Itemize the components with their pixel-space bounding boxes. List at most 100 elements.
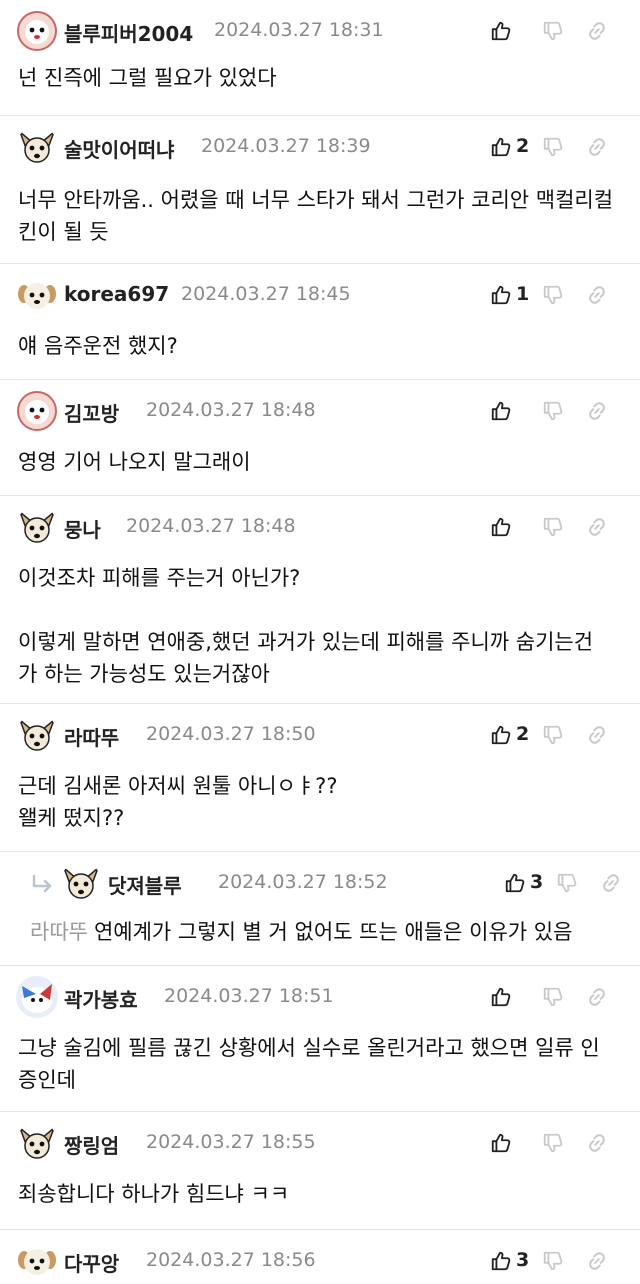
nickname[interactable]: 김꼬방: [64, 398, 119, 427]
comment-body: 이것조차 피해를 주는거 아닌가? 이렇게 말하면 연애중,했던 과거가 있는데…: [18, 562, 618, 690]
comment-actions: [490, 1130, 620, 1156]
comment-body: 너무 안타까움.. 어렸을 때 너무 스타가 돼서 그런가 코리안 맥컬리컬 킨…: [18, 184, 618, 248]
comment: 짱링엄 2024.03.27 18:55 죄송합니다 하나가 힘드냐 ㅋㅋ: [0, 1112, 640, 1230]
comment: korea697 2024.03.27 18:45 1 얘 음주운전 했지?: [0, 264, 640, 380]
link-icon[interactable]: [586, 516, 608, 538]
timestamp: 2024.03.27 18:31: [214, 19, 384, 41]
comment-body: 얘 음주운전 했지?: [18, 330, 618, 362]
comment-actions: 2: [490, 722, 620, 748]
link-icon[interactable]: [586, 1132, 608, 1154]
thumbs-down-icon[interactable]: [542, 20, 564, 42]
thumbs-down-icon[interactable]: [542, 284, 564, 306]
nickname[interactable]: 술맛이어떠냐: [64, 134, 174, 163]
comment-text: 그냥 술김에 필름 끊긴 상황에서 실수로 올린거라고 했으면 일류 인 증인데: [18, 1036, 600, 1092]
nickname[interactable]: 뭉나: [64, 514, 101, 543]
dog-avatar[interactable]: [16, 506, 58, 548]
mascot-face-avatar[interactable]: [16, 10, 58, 52]
comment-body: 라따뚜 연예계가 그렇지 별 거 없어도 뜨는 애들은 이유가 있음: [30, 916, 630, 948]
timestamp: 2024.03.27 18:55: [146, 1131, 316, 1153]
reply-target[interactable]: 라따뚜: [30, 920, 88, 944]
mascot-face-avatar[interactable]: [16, 390, 58, 432]
like-button[interactable]: [490, 398, 534, 424]
link-icon[interactable]: [586, 400, 608, 422]
like-button[interactable]: 1: [490, 282, 534, 308]
timestamp: 2024.03.27 18:52: [218, 871, 388, 893]
link-icon[interactable]: [586, 1250, 608, 1272]
thumbs-down-icon[interactable]: [542, 1250, 564, 1272]
comment: 곽가봉효 2024.03.27 18:51 그냥 술김에 필름 끊긴 상황에서 실수…: [0, 966, 640, 1112]
nickname[interactable]: 다꾸앙: [64, 1248, 119, 1277]
comment-header: korea697 2024.03.27 18:45 1: [16, 274, 624, 318]
timestamp: 2024.03.27 18:45: [181, 283, 351, 305]
thumbs-down-icon[interactable]: [542, 1132, 564, 1154]
comment: 다꾸앙 2024.03.27 18:56 3: [0, 1230, 640, 1282]
link-icon[interactable]: [586, 136, 608, 158]
like-button[interactable]: [490, 984, 534, 1010]
comment-actions: [490, 398, 620, 424]
comment-actions: [490, 514, 620, 540]
dog-avatar[interactable]: [16, 1122, 58, 1164]
comment: 김꼬방 2024.03.27 18:48 영영 기어 나오지 말그래이: [0, 380, 640, 496]
like-count: 2: [516, 135, 530, 157]
comment-body: 근데 김새론 아저씨 원툴 아니ㅇㅑ?? 왤케 떴지??: [18, 770, 618, 834]
like-button[interactable]: [490, 18, 534, 44]
like-button[interactable]: [490, 1130, 534, 1156]
like-count: 2: [516, 723, 530, 745]
comment-body: 죄송합니다 하나가 힘드냐 ㅋㅋ: [18, 1178, 618, 1210]
nickname[interactable]: 라따뚜: [64, 722, 119, 751]
like-button[interactable]: 2: [490, 134, 534, 160]
link-icon[interactable]: [600, 872, 622, 894]
like-button[interactable]: 3: [490, 1248, 534, 1274]
comment-header: 뭉나 2024.03.27 18:48: [16, 506, 624, 550]
comment-text: 연예계가 그렇지 별 거 없어도 뜨는 애들은 이유가 있음: [93, 920, 573, 944]
like-button[interactable]: 2: [490, 722, 534, 748]
like-count: 1: [516, 283, 530, 305]
puppy-avatar[interactable]: [16, 1240, 58, 1282]
comment-header: 김꼬방 2024.03.27 18:48: [16, 390, 624, 434]
blue-bird-avatar[interactable]: [16, 976, 58, 1018]
thumbs-down-icon[interactable]: [542, 986, 564, 1008]
link-icon[interactable]: [586, 20, 608, 42]
dog-avatar[interactable]: [16, 126, 58, 168]
thumbs-down-icon[interactable]: [542, 724, 564, 746]
comment-text: 너무 안타까움.. 어렸을 때 너무 스타가 돼서 그런가 코리안 맥컬리컬 킨…: [18, 188, 614, 244]
comment-text: 얘 음주운전 했지?: [18, 334, 178, 358]
thumbs-down-icon[interactable]: [542, 136, 564, 158]
nickname[interactable]: 블루피버2004: [64, 18, 193, 47]
comment-actions: 1: [490, 282, 620, 308]
comment-header: 라따뚜 2024.03.27 18:50 2: [16, 714, 624, 758]
dog-avatar[interactable]: [60, 862, 102, 904]
link-icon[interactable]: [586, 986, 608, 1008]
comment-text: 근데 김새론 아저씨 원툴 아니ㅇㅑ?? 왤케 떴지??: [18, 774, 338, 830]
timestamp: 2024.03.27 18:51: [164, 985, 334, 1007]
timestamp: 2024.03.27 18:50: [146, 723, 316, 745]
comment-actions: 2: [490, 134, 620, 160]
comment: 라따뚜 2024.03.27 18:50 2 근데 김새론 아저씨 원툴 아니ㅇㅑ??…: [0, 704, 640, 852]
nickname[interactable]: 곽가봉효: [64, 984, 138, 1013]
comment: 술맛이어떠냐 2024.03.27 18:39 2 너무 안타까움.. 어렸을 때 너…: [0, 116, 640, 264]
comment-header: 짱링엄 2024.03.27 18:55: [16, 1122, 624, 1166]
like-button[interactable]: [490, 514, 534, 540]
puppy-avatar[interactable]: [16, 274, 58, 316]
comment-actions: 3: [504, 870, 634, 896]
comment-text: 죄송합니다 하나가 힘드냐 ㅋㅋ: [18, 1182, 290, 1206]
like-count: 3: [516, 1249, 530, 1271]
nickname[interactable]: korea697: [64, 282, 169, 306]
comment-body: 그냥 술김에 필름 끊긴 상황에서 실수로 올린거라고 했으면 일류 인 증인데: [18, 1032, 618, 1096]
link-icon[interactable]: [586, 724, 608, 746]
thumbs-down-icon[interactable]: [542, 400, 564, 422]
nickname[interactable]: 닷져블루: [108, 870, 182, 899]
like-button[interactable]: 3: [504, 870, 548, 896]
comment-header: 닷져블루 2024.03.27 18:52 3: [30, 862, 638, 906]
comment-body: 넌 진즉에 그럴 필요가 있었다: [18, 62, 618, 94]
dog-avatar[interactable]: [16, 714, 58, 756]
nickname[interactable]: 짱링엄: [64, 1130, 119, 1159]
comment-body: 영영 기어 나오지 말그래이: [18, 446, 618, 478]
thumbs-down-icon[interactable]: [556, 872, 578, 894]
comment: 블루피버2004 2024.03.27 18:31 넌 진즉에 그럴 필요가 있었다: [0, 0, 640, 116]
reply-arrow-icon: [30, 874, 54, 896]
comment-header: 블루피버2004 2024.03.27 18:31: [16, 10, 624, 54]
timestamp: 2024.03.27 18:48: [126, 515, 296, 537]
link-icon[interactable]: [586, 284, 608, 306]
thumbs-down-icon[interactable]: [542, 516, 564, 538]
